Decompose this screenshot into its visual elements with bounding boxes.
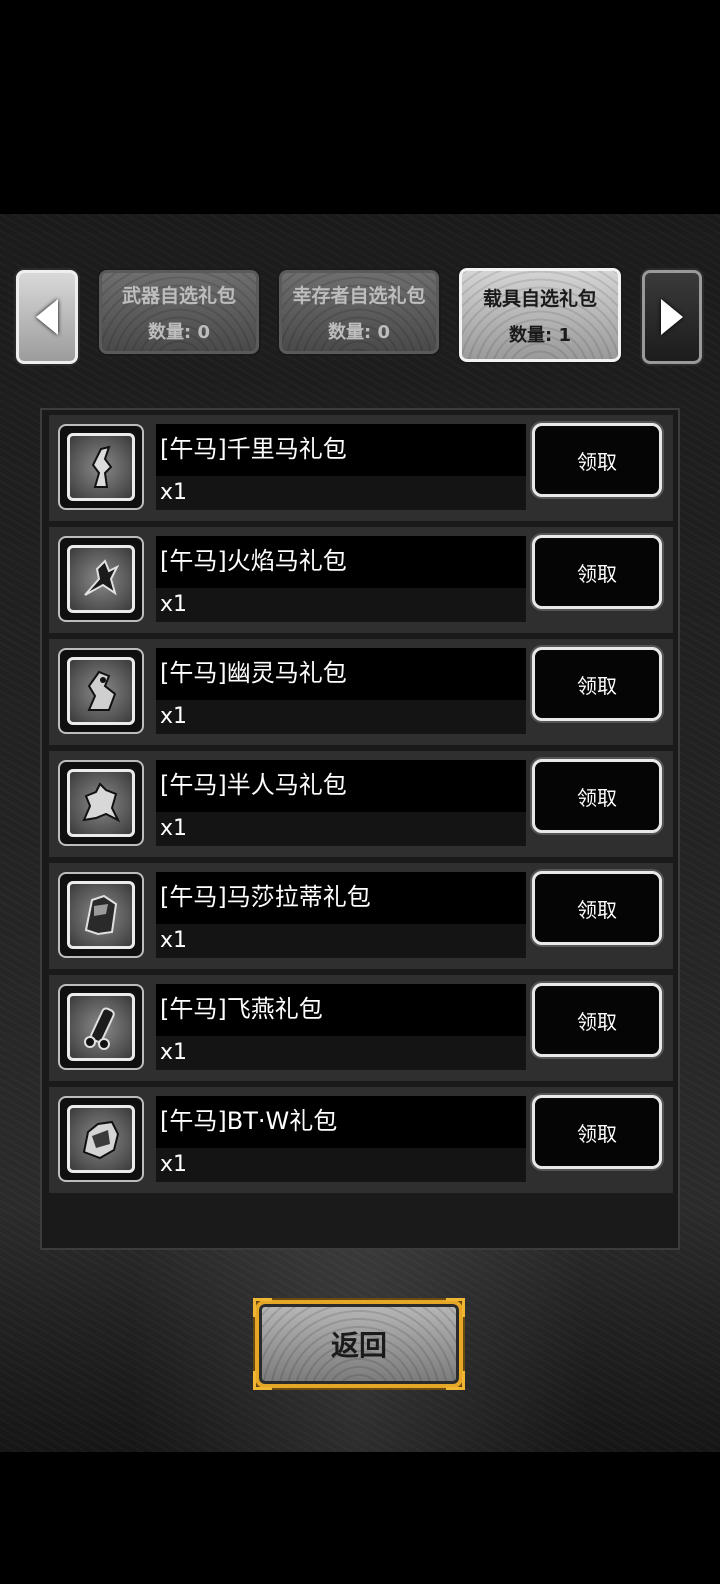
chevron-right-icon (661, 299, 683, 335)
list-item: [午马]幽灵马礼包 x1 领取 (49, 639, 673, 745)
list-item: [午马]火焰马礼包 x1 领取 (49, 527, 673, 633)
item-info: [午马]半人马礼包 x1 (156, 760, 526, 848)
tab-vehicle-pack[interactable]: 载具自选礼包 数量: 1 (459, 268, 621, 362)
item-name: [午马]半人马礼包 (156, 760, 526, 812)
item-icon-frame (58, 424, 144, 510)
item-info: [午马]BT·W礼包 x1 (156, 1096, 526, 1184)
item-name: [午马]BT·W礼包 (156, 1096, 526, 1148)
list-item: [午马]半人马礼包 x1 领取 (49, 751, 673, 857)
item-quantity: x1 (156, 700, 526, 734)
corner-ornament (253, 1298, 272, 1317)
item-icon-frame (58, 760, 144, 846)
corner-ornament (446, 1298, 465, 1317)
tab-title: 幸存者自选礼包 (292, 284, 426, 307)
item-icon-frame (58, 648, 144, 734)
car-icon (67, 881, 135, 949)
list-item: [午马]千里马礼包 x1 领取 (49, 415, 673, 521)
item-icon-frame (58, 984, 144, 1070)
prev-tab-button[interactable] (16, 270, 78, 364)
tab-survivor-pack[interactable]: 幸存者自选礼包 数量: 0 (279, 270, 439, 354)
tab-count: 数量: 0 (148, 321, 210, 343)
chevron-left-icon (36, 299, 58, 335)
claim-button[interactable]: 领取 (532, 871, 662, 945)
claim-button[interactable]: 领取 (532, 759, 662, 833)
tab-title: 武器自选礼包 (121, 284, 236, 307)
centaur-icon (67, 769, 135, 837)
item-quantity: x1 (156, 476, 526, 510)
item-name: [午马]马莎拉蒂礼包 (156, 872, 526, 924)
gift-pack-list[interactable]: [午马]千里马礼包 x1 领取 [午马]火焰马礼包 x1 领取 [午马]幽灵马礼… (40, 408, 680, 1250)
item-icon-frame (58, 872, 144, 958)
motorbike-icon (67, 993, 135, 1061)
ghost-horse-icon (67, 657, 135, 725)
item-name: [午马]幽灵马礼包 (156, 648, 526, 700)
claim-button[interactable]: 领取 (532, 423, 662, 497)
item-quantity: x1 (156, 924, 526, 958)
item-quantity: x1 (156, 1148, 526, 1182)
claim-button[interactable]: 领取 (532, 535, 662, 609)
tab-title: 载具自选礼包 (482, 287, 597, 310)
mech-vehicle-icon (67, 1105, 135, 1173)
next-tab-button[interactable] (642, 270, 702, 364)
item-icon-frame (58, 1096, 144, 1182)
claim-button[interactable]: 领取 (532, 1095, 662, 1169)
item-quantity: x1 (156, 588, 526, 622)
horse-rider-icon (67, 433, 135, 501)
tab-count: 数量: 1 (509, 324, 571, 346)
fire-horse-icon (67, 545, 135, 613)
list-item: [午马]飞燕礼包 x1 领取 (49, 975, 673, 1081)
item-quantity: x1 (156, 1036, 526, 1070)
item-info: [午马]飞燕礼包 x1 (156, 984, 526, 1072)
claim-button[interactable]: 领取 (532, 983, 662, 1057)
item-info: [午马]幽灵马礼包 x1 (156, 648, 526, 736)
corner-ornament (253, 1371, 272, 1390)
item-quantity: x1 (156, 812, 526, 846)
item-info: [午马]千里马礼包 x1 (156, 424, 526, 512)
tab-weapon-pack[interactable]: 武器自选礼包 数量: 0 (99, 270, 259, 354)
item-name: [午马]飞燕礼包 (156, 984, 526, 1036)
item-info: [午马]火焰马礼包 x1 (156, 536, 526, 624)
item-name: [午马]火焰马礼包 (156, 536, 526, 588)
item-name: [午马]千里马礼包 (156, 424, 526, 476)
back-button-label: 返回 (330, 1329, 387, 1362)
tab-count: 数量: 0 (328, 321, 390, 343)
claim-button[interactable]: 领取 (532, 647, 662, 721)
list-item: [午马]BT·W礼包 x1 领取 (49, 1087, 673, 1193)
back-button[interactable]: 返回 (253, 1298, 465, 1390)
list-item: [午马]马莎拉蒂礼包 x1 领取 (49, 863, 673, 969)
item-icon-frame (58, 536, 144, 622)
corner-ornament (446, 1371, 465, 1390)
item-info: [午马]马莎拉蒂礼包 x1 (156, 872, 526, 960)
